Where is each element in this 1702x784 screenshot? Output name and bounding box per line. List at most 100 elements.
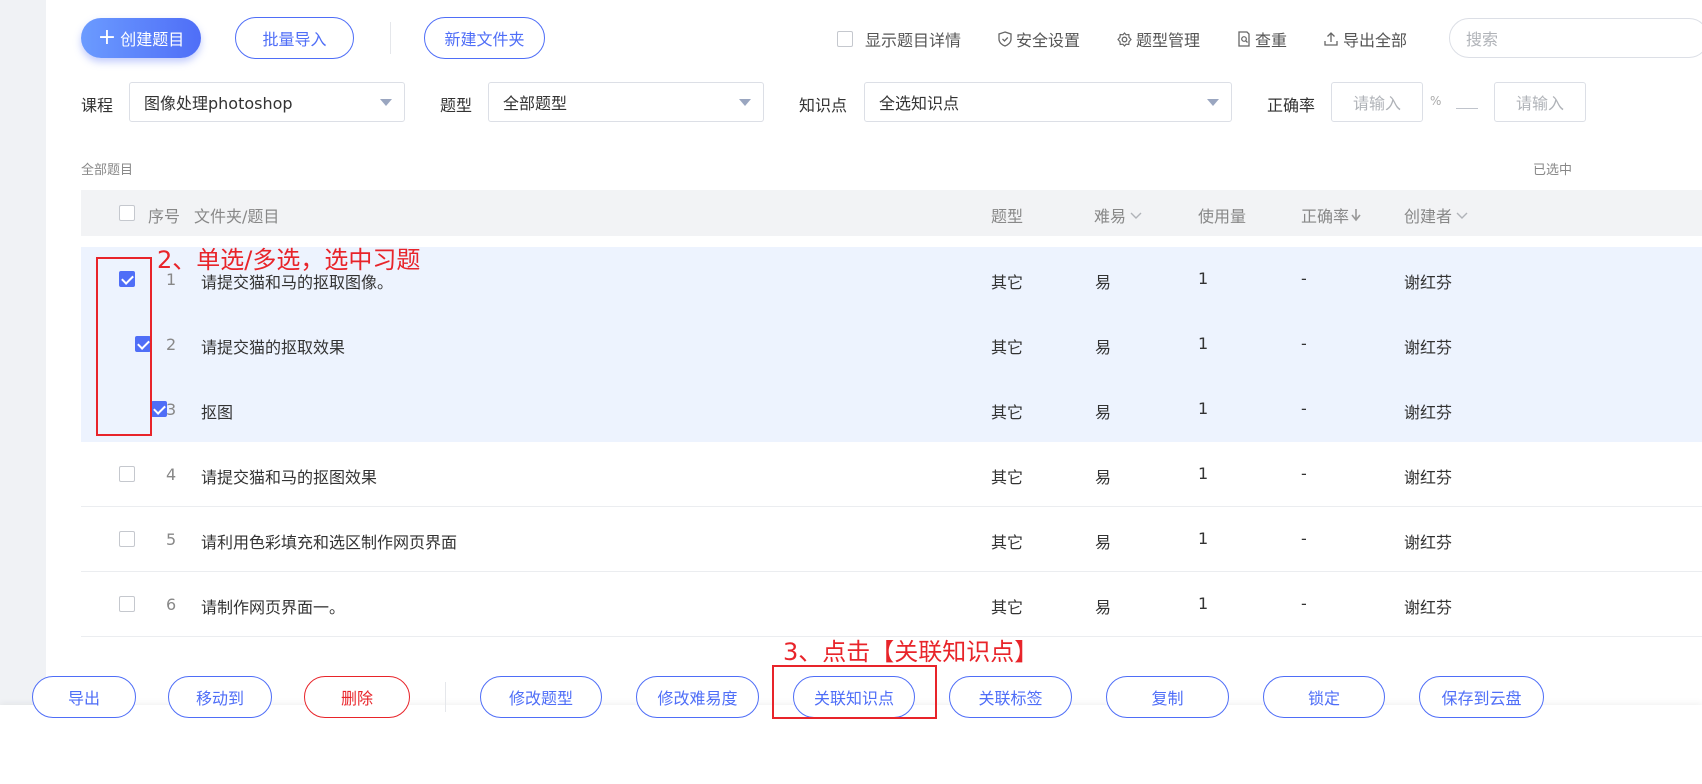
- dedup-label: 查重: [1255, 31, 1288, 50]
- row-checkbox[interactable]: [119, 596, 135, 612]
- copy-button[interactable]: 复制: [1106, 676, 1229, 718]
- row-accuracy: -: [1301, 594, 1307, 613]
- search-input[interactable]: 搜索: [1449, 18, 1702, 58]
- row-type: 其它: [991, 273, 1024, 292]
- row-checkbox[interactable]: [119, 466, 135, 482]
- caret-down-icon: [1207, 99, 1219, 106]
- row-accuracy: -: [1301, 399, 1307, 418]
- show-detail-toggle[interactable]: 显示题目详情: [837, 28, 961, 50]
- accuracy-min-input[interactable]: 请输入: [1331, 82, 1423, 122]
- type-filter-label: 题型: [440, 96, 473, 115]
- row-difficulty: 易: [1095, 598, 1112, 617]
- row-accuracy: -: [1301, 269, 1307, 288]
- row-difficulty: 易: [1095, 403, 1112, 422]
- course-select[interactable]: 图像处理photoshop: [129, 82, 405, 122]
- header-difficulty-label: 难易: [1094, 207, 1127, 226]
- annotation-step3: 3、点击【关联知识点】: [783, 638, 1039, 666]
- show-detail-label: 显示题目详情: [865, 31, 962, 50]
- row-usage: 1: [1198, 594, 1209, 613]
- link-tag-button[interactable]: 关联标签: [949, 676, 1072, 718]
- row-title[interactable]: 请利用色彩填充和选区制作网页界面: [201, 529, 457, 553]
- move-to-button[interactable]: 移动到: [168, 676, 272, 718]
- row-type: 其它: [991, 468, 1024, 487]
- create-question-label: 创建题目: [120, 30, 185, 49]
- course-label: 课程: [81, 96, 114, 115]
- left-sidebar-strip: [0, 0, 46, 784]
- security-settings-label: 安全设置: [1016, 31, 1081, 50]
- accuracy-max-input[interactable]: 请输入: [1494, 82, 1586, 122]
- row-index: 4: [166, 465, 177, 484]
- row-accuracy: -: [1301, 464, 1307, 483]
- type-manage-link[interactable]: 题型管理: [1117, 28, 1200, 50]
- create-question-button[interactable]: + 创建题目: [81, 18, 201, 58]
- row-type: 其它: [991, 338, 1024, 357]
- row-creator: 谢红芬: [1404, 468, 1453, 487]
- knowledge-select[interactable]: 全选知识点: [864, 82, 1232, 122]
- chevron-down-icon: [1456, 212, 1468, 219]
- knowledge-filter-label: 知识点: [799, 96, 848, 115]
- caret-down-icon: [739, 99, 751, 106]
- select-all-checkbox[interactable]: [119, 205, 135, 221]
- row-checkbox[interactable]: [151, 401, 167, 417]
- modify-difficulty-button[interactable]: 修改难易度: [636, 676, 759, 718]
- header-difficulty[interactable]: 难易: [1094, 203, 1143, 227]
- dedup-link[interactable]: 查重: [1237, 28, 1287, 50]
- shield-icon: [998, 31, 1012, 47]
- new-folder-button[interactable]: 新建文件夹: [424, 17, 545, 59]
- row-usage: 1: [1198, 399, 1209, 418]
- row-title[interactable]: 请制作网页界面一。: [201, 594, 345, 618]
- row-usage: 1: [1198, 269, 1209, 288]
- header-creator[interactable]: 创建者: [1404, 203, 1469, 227]
- batch-import-button[interactable]: 批量导入: [235, 17, 354, 59]
- lock-button[interactable]: 锁定: [1263, 676, 1385, 718]
- row-usage: 1: [1198, 464, 1209, 483]
- type-select[interactable]: 全部题型: [488, 82, 764, 122]
- annotation-checkbox-highlight: [96, 257, 152, 436]
- row-creator: 谢红芬: [1404, 273, 1453, 292]
- header-usage: 使用量: [1198, 207, 1247, 226]
- header-accuracy-label: 正确率: [1301, 207, 1350, 226]
- row-title[interactable]: 请提交猫和马的抠图效果: [201, 464, 377, 488]
- accuracy-max-placeholder: 请输入: [1515, 94, 1564, 113]
- row-difficulty: 易: [1095, 533, 1112, 552]
- row-checkbox[interactable]: [119, 531, 135, 547]
- accuracy-label: 正确率: [1267, 96, 1316, 115]
- type-manage-label: 题型管理: [1136, 31, 1201, 50]
- delete-button[interactable]: 删除: [304, 676, 410, 718]
- export-all-label: 导出全部: [1343, 31, 1408, 50]
- show-detail-checkbox[interactable]: [837, 31, 853, 47]
- row-type: 其它: [991, 403, 1024, 422]
- modify-type-button[interactable]: 修改题型: [480, 676, 602, 718]
- row-usage: 1: [1198, 529, 1209, 548]
- type-value: 全部题型: [503, 94, 568, 113]
- row-title[interactable]: 请提交猫的抠取效果: [201, 334, 345, 358]
- upload-icon: [1324, 32, 1338, 46]
- security-settings-link[interactable]: 安全设置: [998, 28, 1080, 50]
- selected-count-label: 已选中: [1533, 163, 1573, 178]
- row-index: 3: [166, 400, 177, 419]
- bottom-divider: [445, 682, 446, 712]
- export-button[interactable]: 导出: [32, 676, 136, 718]
- row-accuracy: -: [1301, 334, 1307, 353]
- table-row[interactable]: [81, 377, 1702, 442]
- all-questions-label: 全部题目: [81, 163, 134, 178]
- range-dash: [1456, 108, 1478, 109]
- row-creator: 谢红芬: [1404, 338, 1453, 357]
- sort-desc-icon: [1351, 209, 1361, 222]
- row-difficulty: 易: [1095, 273, 1112, 292]
- row-creator: 谢红芬: [1404, 533, 1453, 552]
- row-index: 5: [166, 530, 177, 549]
- save-cloud-button[interactable]: 保存到云盘: [1419, 676, 1544, 718]
- export-all-link[interactable]: 导出全部: [1323, 28, 1407, 50]
- row-difficulty: 易: [1095, 468, 1112, 487]
- header-accuracy[interactable]: 正确率: [1301, 203, 1362, 227]
- row-index: 2: [166, 335, 177, 354]
- search-placeholder: 搜索: [1466, 30, 1499, 49]
- header-index: 序号: [148, 207, 181, 226]
- annotation-link-knowledge-highlight: [772, 665, 937, 719]
- row-title[interactable]: 抠图: [201, 399, 233, 423]
- header-creator-label: 创建者: [1404, 207, 1453, 226]
- row-accuracy: -: [1301, 529, 1307, 548]
- row-creator: 谢红芬: [1404, 598, 1453, 617]
- accuracy-min-placeholder: 请输入: [1352, 94, 1401, 113]
